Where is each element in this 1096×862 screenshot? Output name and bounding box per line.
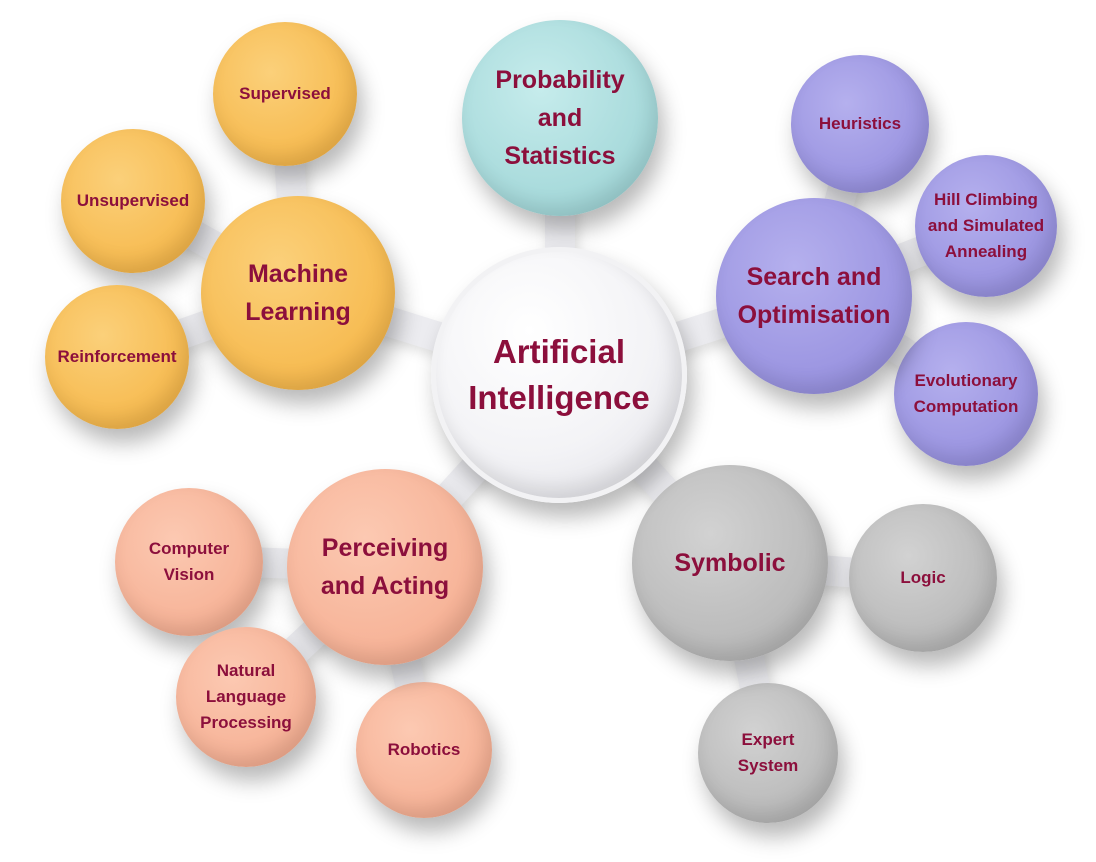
node-unsupervised-label: Unsupervised [76, 191, 190, 210]
node-search-optimisation-label: Search and Optimisation [737, 263, 891, 329]
node-robotics: Robotics [356, 682, 492, 818]
node-logic: Logic [849, 504, 997, 652]
node-expert-system-label: Expert System [737, 730, 799, 775]
node-supervised-label: Supervised [239, 84, 331, 103]
node-symbolic: Symbolic [632, 465, 828, 661]
node-computer-vision-label: Computer Vision [148, 539, 230, 584]
ai-mind-map: Supervised Unsupervised Reinforcement Ma… [0, 0, 1096, 862]
node-machine-learning: Machine Learning [201, 196, 395, 390]
node-evolutionary-computation: Evolutionary Computation [894, 322, 1038, 466]
node-perceiving-acting-label: Perceiving and Acting [320, 534, 450, 600]
node-evolutionary-computation-label: Evolutionary Computation [913, 371, 1019, 416]
node-reinforcement-label: Reinforcement [57, 347, 177, 366]
node-machine-learning-label: Machine Learning [245, 260, 351, 326]
node-unsupervised: Unsupervised [61, 129, 205, 273]
node-computer-vision: Computer Vision [115, 488, 263, 636]
node-artificial-intelligence: Artificial Intelligence [431, 247, 687, 503]
node-probability-statistics-label: Probability and Statistics [495, 66, 625, 170]
node-artificial-intelligence-label: Artificial Intelligence [468, 333, 650, 416]
node-robotics-label: Robotics [387, 740, 461, 759]
node-heuristics: Heuristics [791, 55, 929, 193]
node-search-optimisation: Search and Optimisation [716, 198, 912, 394]
node-natural-language-processing: Natural Language Processing [176, 627, 316, 767]
node-reinforcement: Reinforcement [45, 285, 189, 429]
node-hill-climbing-label: Hill Climbing and Simulated Annealing [927, 190, 1045, 261]
node-expert-system: Expert System [698, 683, 838, 823]
node-natural-language-processing-label: Natural Language Processing [200, 661, 292, 732]
node-symbolic-label: Symbolic [674, 549, 786, 577]
node-supervised: Supervised [213, 22, 357, 166]
node-probability-statistics: Probability and Statistics [462, 20, 658, 216]
node-perceiving-acting: Perceiving and Acting [287, 469, 483, 665]
node-logic-label: Logic [900, 568, 946, 587]
node-hill-climbing: Hill Climbing and Simulated Annealing [915, 155, 1057, 297]
node-heuristics-label: Heuristics [818, 114, 902, 133]
